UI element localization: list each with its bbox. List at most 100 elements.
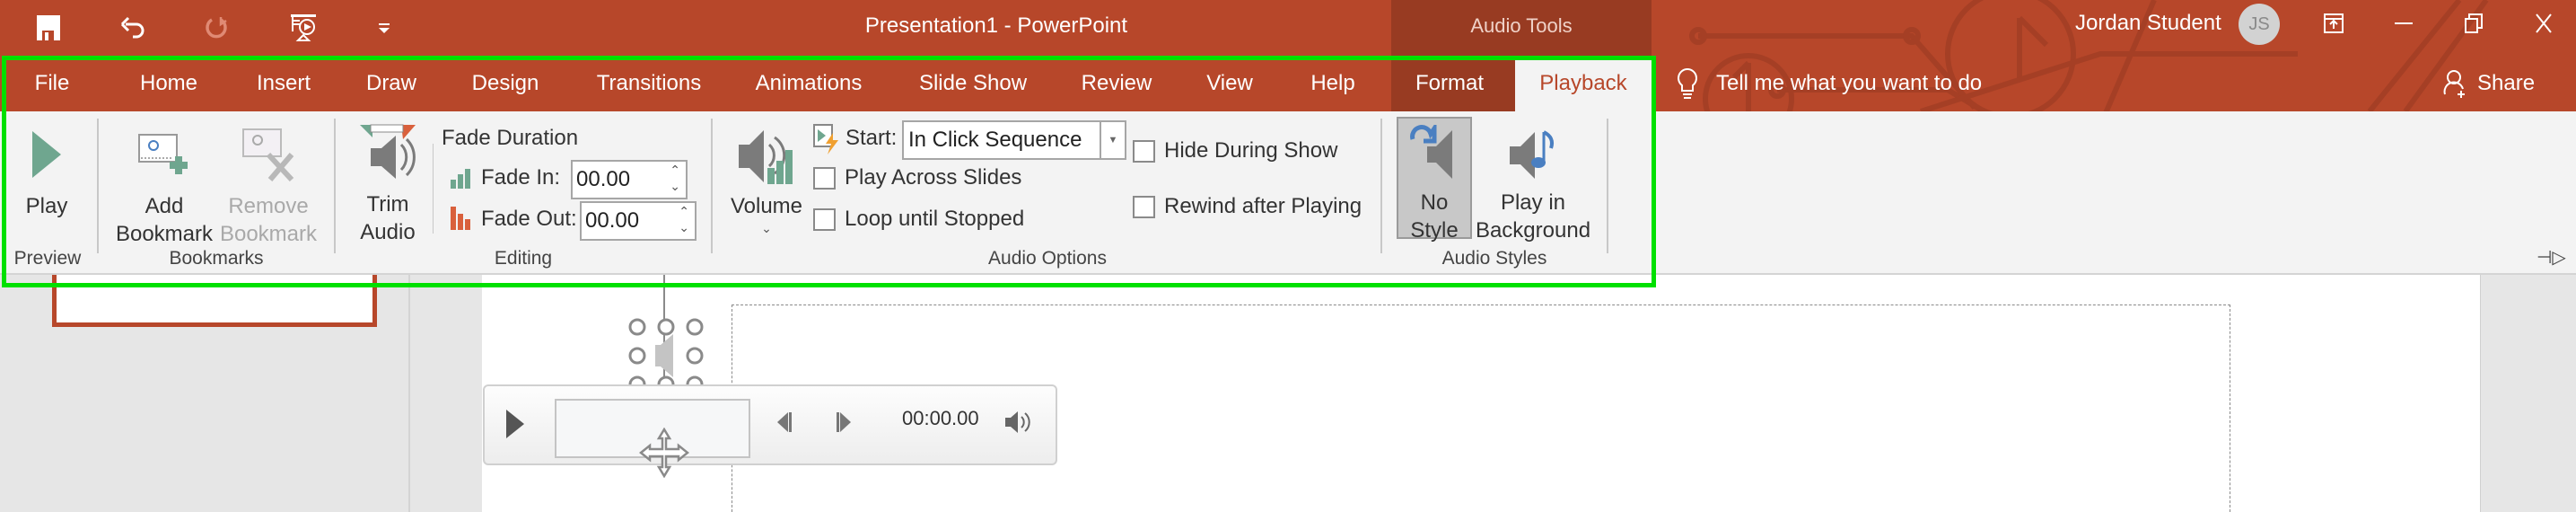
fade-out-spinner[interactable]: 00.00 ⌃ ⌄: [580, 201, 697, 241]
tab-view[interactable]: View: [1192, 56, 1267, 111]
person-add-icon: [2443, 70, 2465, 98]
rewind-after-playing-checkbox[interactable]: Rewind after Playing: [1133, 194, 1362, 219]
tab-animations[interactable]: Animations: [743, 56, 874, 111]
audio-time-readout: 00:00.00: [902, 407, 979, 429]
tab-draw[interactable]: Draw: [352, 56, 431, 111]
divider: [433, 144, 434, 234]
ribbon-display-icon: [2324, 13, 2344, 33]
checkbox-box[interactable]: [1133, 139, 1155, 163]
start-select[interactable]: In Click Sequence ▼: [902, 120, 1126, 160]
tab-home[interactable]: Home: [126, 56, 212, 111]
player-play-icon[interactable]: [504, 408, 526, 440]
add-bookmark-icon: [138, 134, 188, 174]
loop-until-stopped-checkbox[interactable]: Loop until Stopped: [813, 207, 1024, 232]
group-separator: [711, 119, 713, 253]
group-label-audio-options: Audio Options: [988, 248, 1107, 269]
fade-out-icon: [451, 207, 470, 230]
volume-icon: [739, 130, 793, 184]
play-icon: [32, 131, 61, 178]
remove-bookmark-icon: [242, 128, 294, 181]
audio-icon-selected[interactable]: [628, 318, 704, 393]
checkbox-box[interactable]: [813, 207, 836, 231]
group-separator: [1380, 119, 1382, 253]
group-label-audio-styles: Audio Styles: [1441, 248, 1547, 269]
fade-in-icon: [451, 169, 470, 189]
document-title: Presentation1 - PowerPoint: [864, 13, 1128, 38]
add-bookmark-button[interactable]: Add Bookmark: [111, 117, 217, 248]
spin-down-icon[interactable]: ⌄: [679, 219, 689, 235]
trim-audio-icon: [360, 124, 416, 179]
checkbox-box[interactable]: [813, 166, 836, 190]
customize-qat-button[interactable]: [366, 11, 402, 45]
tab-design[interactable]: Design: [456, 56, 555, 111]
fade-in-label: Fade In:: [481, 165, 561, 190]
skip-forward-icon[interactable]: [835, 410, 853, 434]
tab-file[interactable]: File: [13, 56, 92, 111]
player-volume-icon[interactable]: [1003, 409, 1034, 436]
spin-down-icon[interactable]: ⌄: [670, 178, 680, 194]
volume-dropdown[interactable]: Volume ⌄: [725, 120, 808, 236]
fade-in-spinner[interactable]: 00.00 ⌃ ⌄: [571, 160, 688, 199]
user-name[interactable]: Jordan Student: [2075, 0, 2221, 47]
share-button[interactable]: Share: [2443, 56, 2535, 111]
hide-during-show-checkbox[interactable]: Hide During Show: [1133, 138, 1337, 163]
spin-up-icon[interactable]: ⌃: [679, 203, 689, 219]
play-in-background-button[interactable]: Play in Background: [1472, 117, 1594, 244]
start-from-beginning-button[interactable]: [285, 11, 321, 45]
ribbon: Play Preview Add Bookmark Remove Bookmar…: [0, 111, 2576, 275]
play-button[interactable]: Play: [13, 117, 81, 220]
group-separator: [1607, 119, 1608, 253]
slide-thumbnail[interactable]: [52, 275, 377, 327]
tab-review[interactable]: Review: [1068, 56, 1165, 111]
skip-back-icon[interactable]: [775, 410, 793, 434]
redo-button[interactable]: [199, 11, 235, 45]
fade-out-label: Fade Out:: [481, 207, 577, 231]
vertical-scrollbar[interactable]: [2480, 275, 2576, 512]
avatar[interactable]: JS: [2239, 4, 2280, 45]
group-label-editing: Editing: [494, 248, 553, 269]
undo-button[interactable]: [115, 11, 151, 45]
dropdown-arrow-icon: ▼: [1100, 122, 1125, 158]
redo-circle-icon: [206, 17, 227, 39]
tab-slide-show[interactable]: Slide Show: [907, 56, 1039, 111]
restore-button[interactable]: [2440, 0, 2508, 47]
group-label-preview: Preview: [13, 248, 82, 269]
undo-arrow-icon: [120, 16, 145, 39]
presentation-play-icon: [291, 14, 316, 41]
tab-help[interactable]: Help: [1292, 56, 1373, 111]
close-button[interactable]: [2510, 0, 2576, 47]
close-icon: [2536, 13, 2552, 33]
no-style-button[interactable]: No Style: [1397, 117, 1472, 244]
group-separator: [97, 119, 99, 253]
start-label: Start:: [846, 126, 898, 150]
tab-format[interactable]: Format: [1397, 56, 1503, 111]
trim-audio-button[interactable]: Trim Audio: [350, 115, 425, 246]
tell-me-search[interactable]: Tell me what you want to do: [1677, 56, 1982, 111]
minimize-button[interactable]: [2370, 0, 2438, 47]
save-button[interactable]: [31, 11, 66, 45]
play-across-slides-checkbox[interactable]: Play Across Slides: [813, 165, 1021, 190]
fade-duration-label: Fade Duration: [442, 126, 579, 150]
group-separator: [334, 119, 336, 253]
checkbox-box[interactable]: [1133, 195, 1155, 218]
tab-insert[interactable]: Insert: [242, 56, 325, 111]
remove-bookmark-button[interactable]: Remove Bookmark: [215, 117, 321, 248]
powerpoint-window: Presentation1 - PowerPoint Audio Tools J: [0, 0, 2576, 512]
lightbulb-icon: [1678, 67, 1697, 99]
dropdown-caret-icon: [379, 23, 390, 33]
group-label-bookmarks: Bookmarks: [169, 248, 264, 269]
tell-me-text: Tell me what you want to do: [1716, 71, 1983, 95]
minimize-icon: [2395, 22, 2413, 24]
no-style-speaker-icon: [1410, 125, 1452, 179]
spin-up-icon[interactable]: ⌃: [670, 162, 680, 178]
tab-transitions[interactable]: Transitions: [582, 56, 716, 111]
share-label: Share: [2477, 71, 2536, 95]
restore-icon: [2465, 13, 2483, 33]
tab-playback[interactable]: Playback: [1515, 56, 1652, 111]
chevron-down-icon: ⌄: [761, 221, 772, 235]
move-handle-icon[interactable]: [639, 428, 689, 478]
ribbon-display-options-button[interactable]: [2300, 0, 2368, 47]
pin-ribbon-icon[interactable]: ⊣▷: [2537, 246, 2566, 269]
floppy-disk-icon: [37, 15, 60, 40]
start-trigger-icon: [813, 124, 838, 154]
